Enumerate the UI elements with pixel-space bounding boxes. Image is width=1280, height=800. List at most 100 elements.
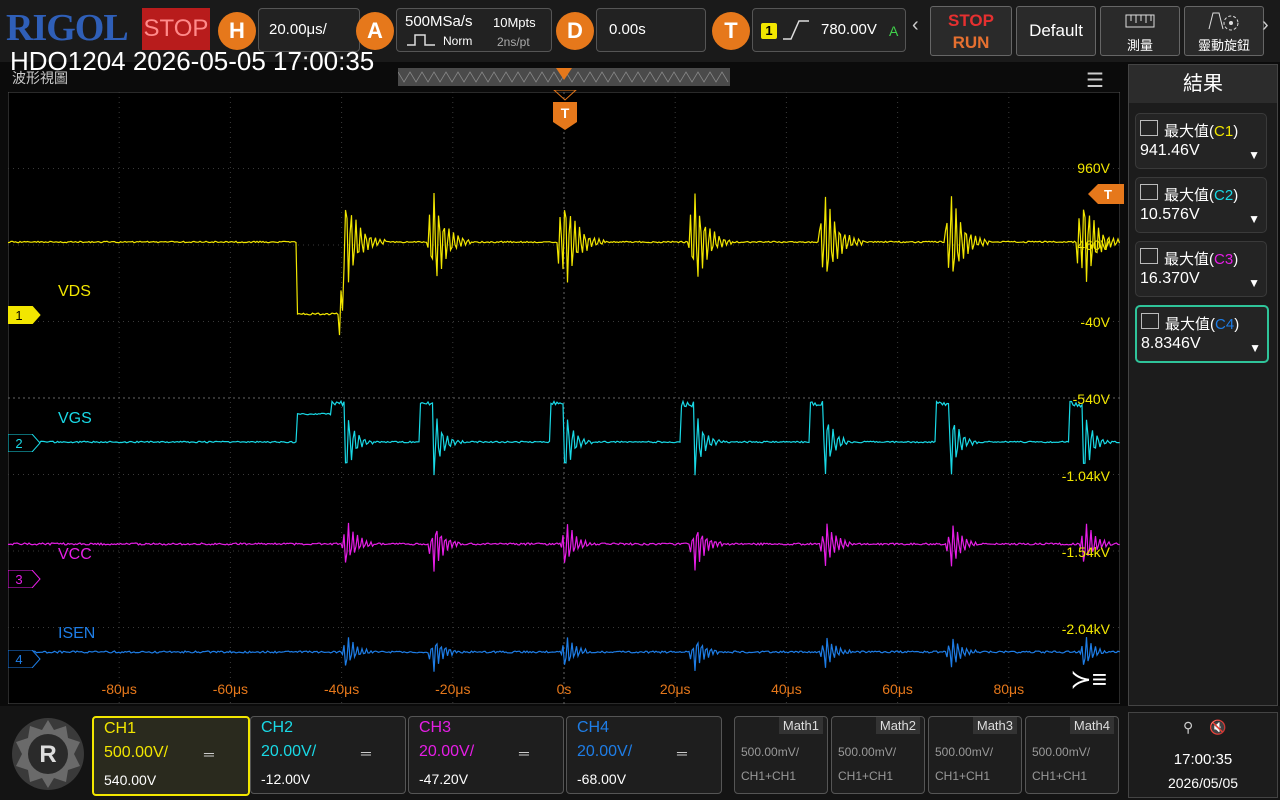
channel-offset-marker[interactable]: 3	[8, 570, 42, 588]
knob-gear-icon	[1207, 11, 1241, 33]
channel-box-ch3[interactable]: CH3 20.00V/ -47.20V ═	[408, 716, 564, 794]
usb-icon: ⚲	[1183, 719, 1193, 736]
stop-label: STOP	[931, 11, 1011, 31]
measure-pulse-icon	[1141, 313, 1159, 329]
y-level-label: 960V	[1077, 160, 1110, 176]
result-source: C2	[1214, 187, 1233, 204]
x-tick-label: 60μs	[882, 681, 913, 697]
math-formula: CH1+CH1	[1032, 769, 1087, 783]
memory-depth: 10Mpts	[493, 15, 536, 30]
trigger-level: 780.00V	[821, 21, 877, 38]
result-type: 最大值	[1164, 251, 1209, 268]
math-box-4[interactable]: Math4 500.00mV/ CH1+CH1	[1025, 716, 1119, 794]
knob-label: 靈動旋鈕	[1185, 35, 1263, 54]
y-level-label: -1.04kV	[1062, 468, 1111, 484]
delay-key[interactable]: D	[556, 12, 594, 50]
rising-edge-icon	[783, 19, 809, 41]
channel-marker-number: 2	[15, 436, 22, 451]
result-label: 最大值(C4)	[1165, 313, 1239, 334]
acquire-box[interactable]: 500MSa/s 10Mpts Norm 2ns/pt	[396, 8, 552, 52]
trigger-position-marker[interactable]: T	[552, 90, 578, 132]
horizontal-key[interactable]: H	[218, 12, 256, 50]
measure-button[interactable]: 測量	[1100, 6, 1180, 56]
result-value: 10.576V	[1140, 206, 1200, 224]
smart-knob-button[interactable]: 靈動旋鈕	[1184, 6, 1264, 56]
run-state-indicator[interactable]: STOP	[142, 8, 210, 50]
channel-box-ch4[interactable]: CH4 20.00V/ -68.00V ═	[566, 716, 722, 794]
waveform-view-label: 波形視圖	[12, 68, 68, 88]
trigger-key[interactable]: T	[712, 12, 750, 50]
math-box-3[interactable]: Math3 500.00mV/ CH1+CH1	[928, 716, 1022, 794]
dropdown-icon[interactable]: ▼	[1248, 276, 1260, 290]
trigger-coupling: A	[889, 23, 898, 39]
brand-logo: RIGOL	[6, 6, 128, 50]
waveform-plot[interactable]: -80μs -60μs -40μs -20μs 0s 20μs 40μs 60μs 80μs 9…	[8, 92, 1120, 704]
dropdown-icon[interactable]: ▼	[1248, 148, 1260, 162]
channel-scale: 20.00V/	[577, 743, 632, 761]
math-name: Math3	[973, 717, 1017, 734]
y-level-label: 460V	[1077, 237, 1110, 253]
channel-offset: -12.00V	[261, 771, 310, 787]
dropdown-icon[interactable]: ▼	[1249, 341, 1261, 355]
channel-offset-marker[interactable]: 2	[8, 434, 42, 452]
y-level-label: -40V	[1080, 314, 1110, 330]
result-card[interactable]: 最大值(C1) 941.46V ▼	[1135, 113, 1267, 169]
channel-name-label: VCC	[58, 546, 92, 564]
delay-box[interactable]: 0.00s	[596, 8, 706, 52]
math-name: Math1	[779, 717, 823, 734]
channel-scale: 20.00V/	[261, 743, 316, 761]
result-label: 最大值(C1)	[1164, 120, 1238, 141]
acquire-key[interactable]: A	[356, 12, 394, 50]
trigger-source: 1	[761, 23, 777, 39]
dropdown-icon[interactable]: ▼	[1248, 212, 1260, 226]
bottom-bar: R CH1 500.00V/ 540.00V ═ CH2 20.00V/ -12.…	[0, 706, 1280, 800]
result-source: C3	[1214, 251, 1233, 268]
x-tick-label: 80μs	[993, 681, 1024, 697]
measure-label: 測量	[1101, 35, 1179, 54]
math-formula: CH1+CH1	[838, 769, 893, 783]
right-chevron-icon[interactable]: ›	[1262, 14, 1269, 37]
channel-name-label: ISEN	[58, 625, 95, 643]
channel-name: CH4	[577, 719, 609, 737]
y-level-label: -540V	[1073, 391, 1111, 407]
pulse-icon	[407, 33, 437, 47]
channel-offset-marker[interactable]: 1	[8, 306, 42, 324]
result-type: 最大值	[1164, 123, 1209, 140]
menu-icon[interactable]: ☰	[1086, 68, 1104, 93]
overview-position-marker	[556, 68, 572, 82]
x-tick-label: -20μs	[435, 681, 470, 697]
channel-name-label: VDS	[58, 283, 91, 301]
result-value: 8.8346V	[1141, 335, 1201, 353]
result-value: 16.370V	[1140, 270, 1200, 288]
left-chevron-icon[interactable]: ‹	[912, 14, 919, 37]
x-tick-label: 40μs	[771, 681, 802, 697]
x-tick-labels: -80μs -60μs -40μs -20μs 0s 20μs 40μs 60μs 80μs	[102, 681, 1025, 697]
y-level-label: -1.54kV	[1062, 544, 1111, 560]
result-card[interactable]: 最大值(C2) 10.576V ▼	[1135, 177, 1267, 233]
y-level-label: -2.04kV	[1062, 621, 1111, 637]
channel-marker-number: 3	[15, 572, 22, 587]
trigger-marker-text: T	[561, 105, 570, 121]
math-box-2[interactable]: Math2 500.00mV/ CH1+CH1	[831, 716, 925, 794]
run-stop-button[interactable]: STOP RUN	[930, 6, 1012, 56]
speaker-muted-icon[interactable]: 🔇	[1209, 719, 1226, 736]
horizontal-scale: 20.00μs/	[269, 21, 327, 38]
trigger-level-marker[interactable]: T	[1088, 184, 1124, 204]
plot-menu-icon[interactable]: ≻≡	[1070, 664, 1107, 695]
result-type: 最大值	[1165, 316, 1210, 333]
status-clock-panel: ⚲ 🔇 17:00:35 2026/05/05	[1128, 712, 1278, 798]
channel-box-ch1[interactable]: CH1 500.00V/ 540.00V ═	[92, 716, 250, 796]
rigol-menu-icon[interactable]: R	[8, 714, 88, 794]
default-label: Default	[1017, 21, 1095, 41]
math-box-1[interactable]: Math1 500.00mV/ CH1+CH1	[734, 716, 828, 794]
dc-coupling-icon: ═	[677, 745, 687, 761]
trigger-box[interactable]: 1 780.00V A	[752, 8, 906, 52]
result-card[interactable]: 最大值(C4) 8.8346V ▼	[1135, 305, 1269, 363]
sample-rate: 500MSa/s	[405, 13, 473, 30]
math-formula: CH1+CH1	[935, 769, 990, 783]
math-scale: 500.00mV/	[935, 745, 993, 759]
channel-offset-marker[interactable]: 4	[8, 650, 42, 668]
default-button[interactable]: Default	[1016, 6, 1096, 56]
result-card[interactable]: 最大值(C3) 16.370V ▼	[1135, 241, 1267, 297]
channel-box-ch2[interactable]: CH2 20.00V/ -12.00V ═	[250, 716, 406, 794]
